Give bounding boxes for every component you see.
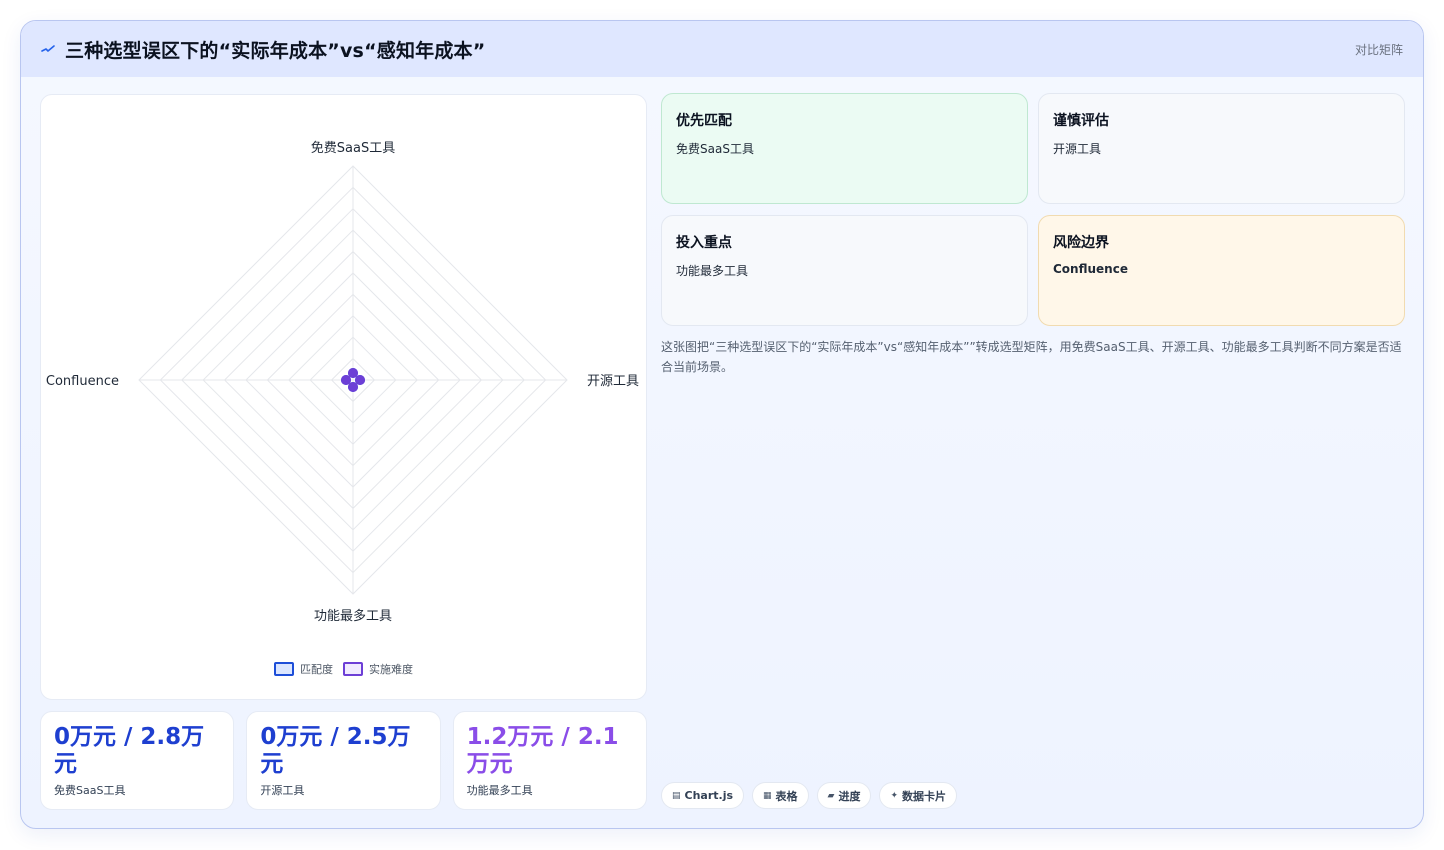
chip-label: 表格 — [775, 789, 798, 803]
radar-chart: 免费SaaS工具开源工具功能最多工具 Confluence — [46, 141, 639, 624]
stat-label: 开源工具 — [260, 784, 305, 797]
chip-table[interactable]: ▦ 表格 — [752, 782, 809, 809]
card-header: 三种选型误区下的“实际年成本”vs“感知年成本” 对比矩阵 — [21, 21, 1423, 77]
sparkline-icon — [41, 45, 55, 52]
page-title: 三种选型误区下的“实际年成本”vs“感知年成本” — [65, 39, 486, 62]
quadrant-title: 优先匹配 — [676, 113, 732, 129]
quadrant-subtitle: 开源工具 — [1053, 142, 1102, 156]
stat-value: 0万元 / 2.8万元 — [54, 724, 205, 777]
chip-label: 进度 — [838, 789, 861, 803]
quadrant-priority-match: 优先匹配 免费SaaS工具 — [661, 93, 1028, 204]
tech-chips: ▤ Chart.js ▦ 表格 ▰ 进度 ✦ 数据卡片 — [661, 782, 958, 809]
sparkle-icon: ✦ — [890, 790, 899, 801]
chart-icon: ▤ — [672, 790, 681, 801]
legend-label-match: 匹配度 — [300, 663, 333, 676]
stat-value: 0万元 / 2.5万元 — [260, 724, 411, 777]
legend-swatch-match — [274, 662, 294, 676]
chart-description: 这张图把“三种选型误区下的“实际年成本”vs“感知年成本””转成选型矩阵，用免费… — [661, 340, 1402, 374]
progress-icon: ▰ — [827, 790, 835, 801]
table-icon: ▦ — [763, 790, 772, 801]
header-tag: 对比矩阵 — [1354, 42, 1403, 57]
stat-label: 免费SaaS工具 — [54, 784, 126, 797]
chip-label: Chart.js — [684, 789, 734, 802]
series-point[interactable] — [341, 375, 351, 385]
chip-chartjs[interactable]: ▤ Chart.js — [661, 782, 745, 809]
quadrant-title: 风险边界 — [1053, 235, 1109, 251]
axis-label: 功能最多工具 — [314, 608, 392, 624]
quadrant-title: 投入重点 — [676, 235, 732, 251]
legend-label-difficulty: 实施难度 — [369, 663, 413, 676]
chart-legend: 匹配度 实施难度 — [41, 661, 646, 677]
quadrant-subtitle: 功能最多工具 — [676, 264, 749, 278]
quadrant-title: 谨慎评估 — [1053, 113, 1109, 129]
quadrant-careful-evaluation: 谨慎评估 开源工具 — [1038, 93, 1405, 204]
quadrant-subtitle: 免费SaaS工具 — [676, 142, 754, 156]
chip-data-card[interactable]: ✦ 数据卡片 — [879, 782, 958, 809]
quadrant-investment-focus: 投入重点 功能最多工具 — [661, 215, 1028, 326]
quadrant-grid: 优先匹配 免费SaaS工具 谨慎评估 开源工具 投入重点 功能最多工具 风险边界… — [661, 93, 1406, 326]
chip-label: 数据卡片 — [902, 789, 947, 803]
stat-card-free-saas: 0万元 / 2.8万元 免费SaaS工具 — [40, 711, 235, 810]
quadrant-risk-boundary: 风险边界 Confluence — [1038, 215, 1405, 326]
radar-chart-panel: 免费SaaS工具开源工具功能最多工具 Confluence 匹配度 实施难度 — [40, 94, 647, 700]
stat-label: 功能最多工具 — [466, 784, 533, 797]
axis-label: Confluence — [46, 374, 119, 389]
header-left: 三种选型误区下的“实际年成本”vs“感知年成本” — [41, 36, 485, 63]
legend-swatch-difficulty — [343, 662, 363, 676]
stat-card-open-source: 0万元 / 2.5万元 开源工具 — [246, 711, 441, 810]
matrix-card: 三种选型误区下的“实际年成本”vs“感知年成本” 对比矩阵 免费SaaS工具开源… — [20, 20, 1424, 829]
axis-label: 开源工具 — [587, 374, 639, 389]
quadrant-subtitle: Confluence — [1053, 262, 1128, 276]
legend-item-difficulty[interactable]: 实施难度 — [343, 661, 413, 677]
chip-progress[interactable]: ▰ 进度 — [816, 782, 872, 809]
axis-label: 免费SaaS工具 — [311, 141, 395, 156]
stat-card-most-features: 1.2万元 / 2.1万元 功能最多工具 — [452, 711, 647, 810]
stat-cards: 0万元 / 2.8万元 免费SaaS工具 0万元 / 2.5万元 开源工具 1.… — [40, 711, 647, 810]
legend-item-match[interactable]: 匹配度 — [274, 661, 333, 677]
stat-value: 1.2万元 / 2.1万元 — [466, 724, 619, 777]
